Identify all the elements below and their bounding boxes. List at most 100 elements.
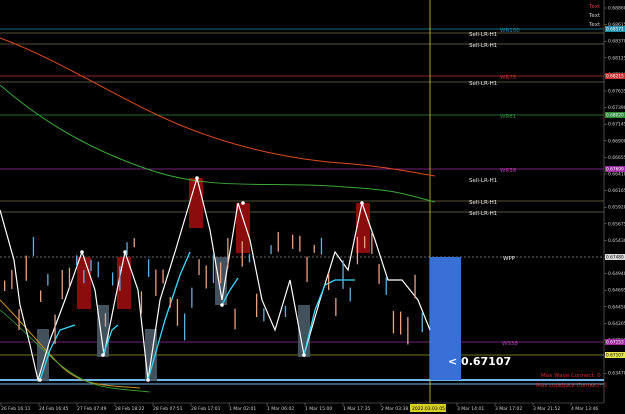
- candle: [414, 274, 416, 299]
- candle: [212, 254, 215, 284]
- candle: [191, 287, 193, 308]
- candle: [90, 259, 92, 272]
- candle: [4, 280, 6, 292]
- label-wr100: WR100: [500, 28, 520, 34]
- candle: [328, 273, 330, 291]
- time-axis-label: 28 Feb 07:51: [153, 406, 183, 412]
- candle: [112, 272, 114, 286]
- chart-background: [0, 0, 625, 414]
- candle: [335, 298, 337, 316]
- time-axis-label: 4 Mar 13:46: [571, 406, 598, 412]
- price-tag-text: 0.67107: [606, 353, 624, 359]
- candle: [176, 298, 179, 326]
- candle: [234, 308, 236, 330]
- time-axis-label: 1 Mar 06:02: [267, 406, 294, 412]
- price-axis-label: 0.63470: [608, 371, 625, 377]
- candle: [400, 311, 402, 335]
- label-wr61: WR61: [500, 114, 516, 120]
- label-wr38: WR38: [500, 168, 517, 174]
- time-axis-label: 3 Mar 21:52: [533, 406, 560, 412]
- candle: [148, 259, 150, 277]
- candle: [392, 310, 395, 334]
- candle: [313, 244, 315, 253]
- candle: [256, 293, 258, 317]
- price-axis-label: 0.68860: [608, 6, 625, 12]
- candle: [133, 238, 135, 248]
- label-sell-5: Sell-LR-H1: [469, 200, 497, 206]
- label-sell-6: Sell-LR-H1: [469, 211, 497, 217]
- time-axis-label: 1 Mar 02:01: [229, 406, 256, 412]
- time-axis-label: 26 Feb 16:11: [1, 406, 31, 412]
- time-axis-label: 2 Mar 03:38: [381, 406, 408, 412]
- time-axis-label: 1 Mar 17:35: [343, 406, 370, 412]
- price-tag-text: 0.68215: [606, 74, 624, 80]
- price-axis-label: 0.64940: [608, 271, 625, 277]
- time-axis-label: 1 Mar 15:00: [305, 406, 332, 412]
- candle: [306, 256, 308, 283]
- candle: [277, 231, 279, 252]
- label-ws38: WS38: [502, 341, 518, 347]
- legend-item-1: Text: [588, 4, 601, 10]
- price-axis-label: 0.66900: [608, 138, 625, 144]
- candle: [32, 236, 35, 256]
- candle: [76, 255, 78, 268]
- label-sell-2: Sell-LR-H1: [469, 43, 497, 49]
- candle: [205, 265, 207, 289]
- candle: [40, 290, 42, 302]
- candle: [155, 269, 157, 296]
- price-axis-label: 0.64695: [608, 288, 625, 294]
- time-axis-label: 27 Feb 07:49: [77, 406, 107, 412]
- price-tag-text: 0.67699: [606, 167, 624, 173]
- label-sell-4: Sell-LR-H1: [469, 178, 497, 184]
- candle: [220, 262, 222, 284]
- candle: [263, 308, 265, 322]
- candle: [18, 309, 20, 331]
- candle: [83, 270, 85, 284]
- price-axis-label: 0.66165: [608, 188, 625, 194]
- price-axis-label: 0.65430: [608, 238, 625, 244]
- price-chart[interactable]: WR100 Sell-LR-H1 Sell-LR-H1 WR75 Sell-LR…: [0, 0, 625, 414]
- candle: [97, 261, 99, 278]
- legend-item-3: Text: [588, 22, 601, 28]
- candle: [349, 287, 351, 302]
- candle: [25, 255, 27, 281]
- price-axis-label: 0.68125: [608, 55, 625, 61]
- candle: [421, 312, 423, 333]
- price-tag-text: 0.68020: [606, 113, 624, 119]
- candle: [241, 241, 243, 267]
- price-axis-label: 0.67145: [608, 122, 625, 128]
- label-wpp: WPP: [503, 256, 516, 262]
- candle: [284, 305, 287, 318]
- candle: [198, 259, 200, 275]
- price-axis-label: 0.64205: [608, 321, 625, 327]
- time-axis-label: 28 Feb 18:22: [115, 406, 145, 412]
- candle: [140, 291, 143, 314]
- candle: [299, 235, 301, 252]
- price-axis-label: 0.64450: [608, 304, 625, 310]
- price-axis-label: 0.65920: [608, 205, 625, 211]
- candle: [378, 263, 380, 284]
- candle: [407, 317, 409, 345]
- candle: [119, 266, 121, 291]
- price-axis-label: 0.67635: [608, 89, 625, 95]
- candle: [169, 296, 171, 308]
- price-axis-label: 0.65675: [608, 221, 625, 227]
- candle: [364, 236, 366, 249]
- candle: [47, 273, 49, 286]
- candle: [184, 313, 186, 341]
- label-sell-3: Sell-LR-H1: [469, 81, 497, 87]
- max-lookback-info: Max Lookback Connect: 0: [536, 383, 607, 389]
- legend: Text Text Text: [588, 4, 601, 28]
- label-sell-1: Sell-LR-H1: [469, 32, 497, 38]
- price-tag-text: 0.67480: [606, 255, 624, 261]
- label-wr75: WR75: [500, 75, 517, 81]
- time-axis-label: 3 Mar 17:02: [495, 406, 522, 412]
- time-cursor-tag-text: 2022.03.03 05:00: [412, 406, 452, 412]
- time-axis-label: 24 Feb 16:45: [39, 406, 69, 412]
- candle: [371, 232, 373, 254]
- candle: [248, 253, 251, 263]
- candle: [162, 269, 164, 284]
- current-price-readout: < 0.67107: [448, 355, 511, 368]
- candle: [342, 260, 344, 289]
- candle: [356, 236, 359, 265]
